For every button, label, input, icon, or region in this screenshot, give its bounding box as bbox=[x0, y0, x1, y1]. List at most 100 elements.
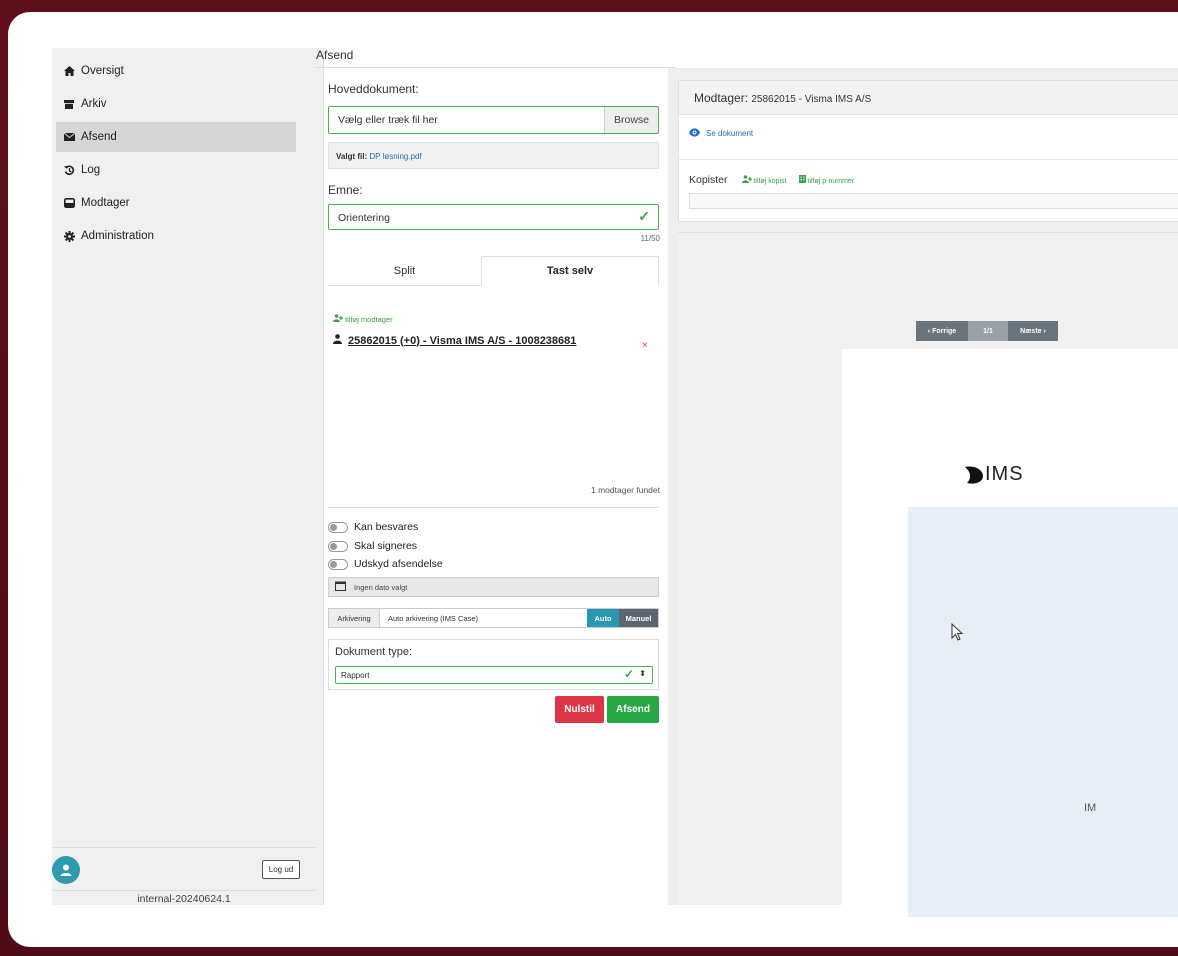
sidebar-item-label: Modtager bbox=[81, 197, 130, 209]
copies-row: Kopister tilføj kopist tilføj p-nummer bbox=[689, 174, 854, 186]
archiving-tag: Arkivering bbox=[329, 609, 380, 627]
document-panel bbox=[908, 507, 1178, 917]
selected-file-link[interactable]: DP løsning.pdf bbox=[369, 152, 421, 161]
sidebar-item-administration[interactable]: Administration bbox=[56, 221, 296, 251]
divider bbox=[679, 159, 1178, 160]
recipient-card: Modtager: 25862015 - Visma IMS A/S Se do… bbox=[678, 80, 1178, 222]
sidebar-item-oversigt[interactable]: Oversigt bbox=[56, 56, 296, 86]
subject-input[interactable]: Orientering ✓ bbox=[328, 204, 659, 230]
document-type-select[interactable]: Rapport ✓ ⬍ bbox=[335, 666, 653, 684]
sidebar-footer: Log ud internal-20240624.1 bbox=[52, 847, 316, 905]
selected-file-prefix: Valgt fil: bbox=[336, 152, 368, 161]
recipient-value: 25862015 - Visma IMS A/S bbox=[751, 94, 872, 105]
sidebar-item-modtager[interactable]: Modtager bbox=[56, 188, 296, 218]
building-icon bbox=[798, 175, 808, 185]
next-page-button[interactable]: Næste › bbox=[1008, 321, 1058, 341]
toggle-switch[interactable] bbox=[328, 540, 348, 552]
sidebar-item-arkiv[interactable]: Arkiv bbox=[56, 89, 296, 119]
sidebar-item-label: Log bbox=[81, 164, 101, 176]
document-type-label: Dokument type: bbox=[335, 646, 413, 658]
sidebar-item-label: Administration bbox=[81, 230, 154, 242]
recipient-name: 25862015 (+0) - Visma IMS A/S - 10082386… bbox=[348, 334, 577, 347]
sidebar-item-log[interactable]: Log bbox=[56, 155, 296, 185]
version-label: internal-20240624.1 bbox=[52, 890, 316, 906]
sidebar: Oversigt Arkiv Afsend Log Modtager Admin… bbox=[52, 48, 324, 905]
logout-button[interactable]: Log ud bbox=[262, 860, 300, 879]
browse-button[interactable]: Browse bbox=[604, 107, 658, 133]
archiving-value: Auto arkivering (IMS Case) bbox=[388, 614, 479, 623]
chevron-right-icon: › bbox=[1041, 327, 1046, 335]
cog-icon bbox=[62, 230, 76, 242]
avatar[interactable] bbox=[52, 856, 80, 884]
user-plus-icon bbox=[333, 314, 345, 324]
add-pnumber-link[interactable]: tilføj p-nummer bbox=[798, 175, 854, 185]
pager: ‹ Forrige 1/1 Næste › bbox=[916, 321, 1058, 341]
previous-page-button[interactable]: ‹ Forrige bbox=[916, 321, 968, 341]
page-indicator: 1/1 bbox=[968, 321, 1008, 341]
subject-value: Orientering bbox=[338, 212, 390, 224]
home-icon bbox=[62, 66, 76, 76]
archive-icon bbox=[62, 99, 76, 109]
toggle-skal-signeres[interactable]: Skal signeres bbox=[328, 540, 417, 552]
add-copy-link[interactable]: tilføj kopist bbox=[741, 175, 787, 185]
recipient-tabs: Split Tast selv bbox=[328, 256, 659, 286]
remove-recipient-button[interactable]: × bbox=[642, 340, 648, 351]
file-placeholder: Vælg eller træk fil her bbox=[338, 114, 438, 126]
reset-button[interactable]: Nulstil bbox=[555, 696, 604, 723]
selected-file: Valgt fil: DP løsning.pdf bbox=[328, 142, 659, 169]
main-document-label: Hoveddokument: bbox=[328, 82, 419, 96]
add-recipient-link[interactable]: tilføj modtager bbox=[333, 314, 393, 324]
sidebar-item-label: Oversigt bbox=[81, 65, 124, 77]
subject-counter: 11/50 bbox=[640, 234, 660, 243]
recipient-prefix: Modtager: bbox=[694, 91, 749, 105]
document-viewer: ‹ Forrige 1/1 Næste › IMS IM bbox=[678, 232, 1178, 917]
inbox-icon bbox=[62, 198, 76, 208]
date-picker[interactable]: Ingen dato valgt bbox=[328, 577, 659, 597]
date-placeholder: Ingen dato valgt bbox=[354, 582, 408, 592]
sidebar-item-label: Afsend bbox=[81, 131, 117, 143]
user-icon bbox=[60, 864, 72, 876]
sidebar-item-afsend[interactable]: Afsend bbox=[56, 122, 296, 152]
user-plus-icon bbox=[741, 175, 754, 185]
envelope-icon bbox=[62, 133, 76, 141]
eye-icon bbox=[689, 128, 700, 139]
toggle-label: Kan besvares bbox=[354, 521, 419, 533]
recipient-header: Modtager: 25862015 - Visma IMS A/S bbox=[679, 81, 1178, 115]
document-page: IMS IM bbox=[842, 349, 1178, 917]
preview-panel: Modtager: 25862015 - Visma IMS A/S Se do… bbox=[668, 68, 1178, 917]
history-icon bbox=[62, 165, 76, 176]
sidebar-item-label: Arkiv bbox=[81, 98, 107, 110]
document-type-group: Dokument type: Rapport ✓ ⬍ bbox=[328, 639, 659, 690]
recipients-found: 1 modtager fundet bbox=[591, 485, 660, 495]
recipient-entry[interactable]: 25862015 (+0) - Visma IMS A/S - 10082386… bbox=[333, 334, 576, 347]
toggle-switch[interactable] bbox=[328, 521, 348, 533]
archiving-manual-button[interactable]: Manuel bbox=[619, 609, 658, 627]
toggle-label: Skal signeres bbox=[354, 540, 418, 552]
see-document-link[interactable]: Se dokument bbox=[689, 128, 753, 139]
ims-logo: IMS bbox=[963, 463, 1024, 486]
send-button[interactable]: Afsend bbox=[607, 696, 659, 723]
toggle-udskyd-afsendelse[interactable]: Udskyd afsendelse bbox=[328, 558, 443, 570]
document-text: IM bbox=[1084, 802, 1097, 814]
archiving-control: Arkivering Auto arkivering (IMS Case) Au… bbox=[328, 608, 659, 628]
toggle-label: Udskyd afsendelse bbox=[354, 558, 443, 570]
check-icon: ✓ bbox=[623, 667, 634, 681]
toggle-kan-besvares[interactable]: Kan besvares bbox=[328, 521, 418, 533]
copies-input[interactable] bbox=[689, 193, 1178, 209]
send-form: Hoveddokument: Vælg eller træk fil her B… bbox=[328, 68, 660, 905]
tab-split[interactable]: Split bbox=[328, 256, 481, 286]
document-type-value: Rapport bbox=[341, 671, 370, 680]
user-icon bbox=[333, 334, 342, 347]
copies-label: Kopister bbox=[689, 174, 728, 186]
tab-tast-selv[interactable]: Tast selv bbox=[481, 256, 659, 286]
calendar-icon bbox=[335, 581, 346, 593]
subject-label: Emne: bbox=[328, 183, 363, 197]
check-icon: ✓ bbox=[638, 208, 650, 224]
divider bbox=[328, 507, 659, 508]
file-input[interactable]: Vælg eller træk fil her Browse bbox=[328, 106, 659, 134]
sort-arrows-icon: ⬍ bbox=[639, 669, 646, 678]
toggle-switch[interactable] bbox=[328, 558, 348, 570]
ims-logo-mark bbox=[965, 465, 983, 484]
archiving-auto-button[interactable]: Auto bbox=[587, 609, 619, 627]
mouse-cursor-icon bbox=[951, 623, 964, 641]
